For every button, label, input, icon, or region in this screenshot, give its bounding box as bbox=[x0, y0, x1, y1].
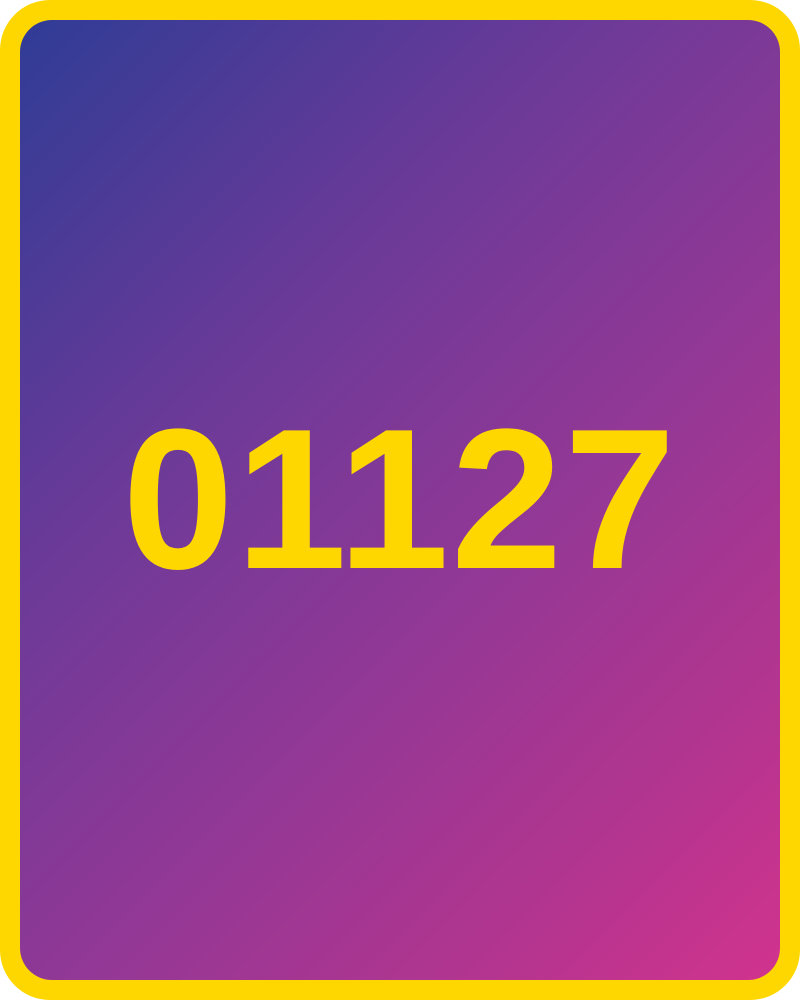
card-gradient-panel: 01127 bbox=[20, 20, 780, 980]
card-number: 01127 bbox=[122, 388, 678, 611]
number-card: 01127 bbox=[0, 0, 800, 1000]
